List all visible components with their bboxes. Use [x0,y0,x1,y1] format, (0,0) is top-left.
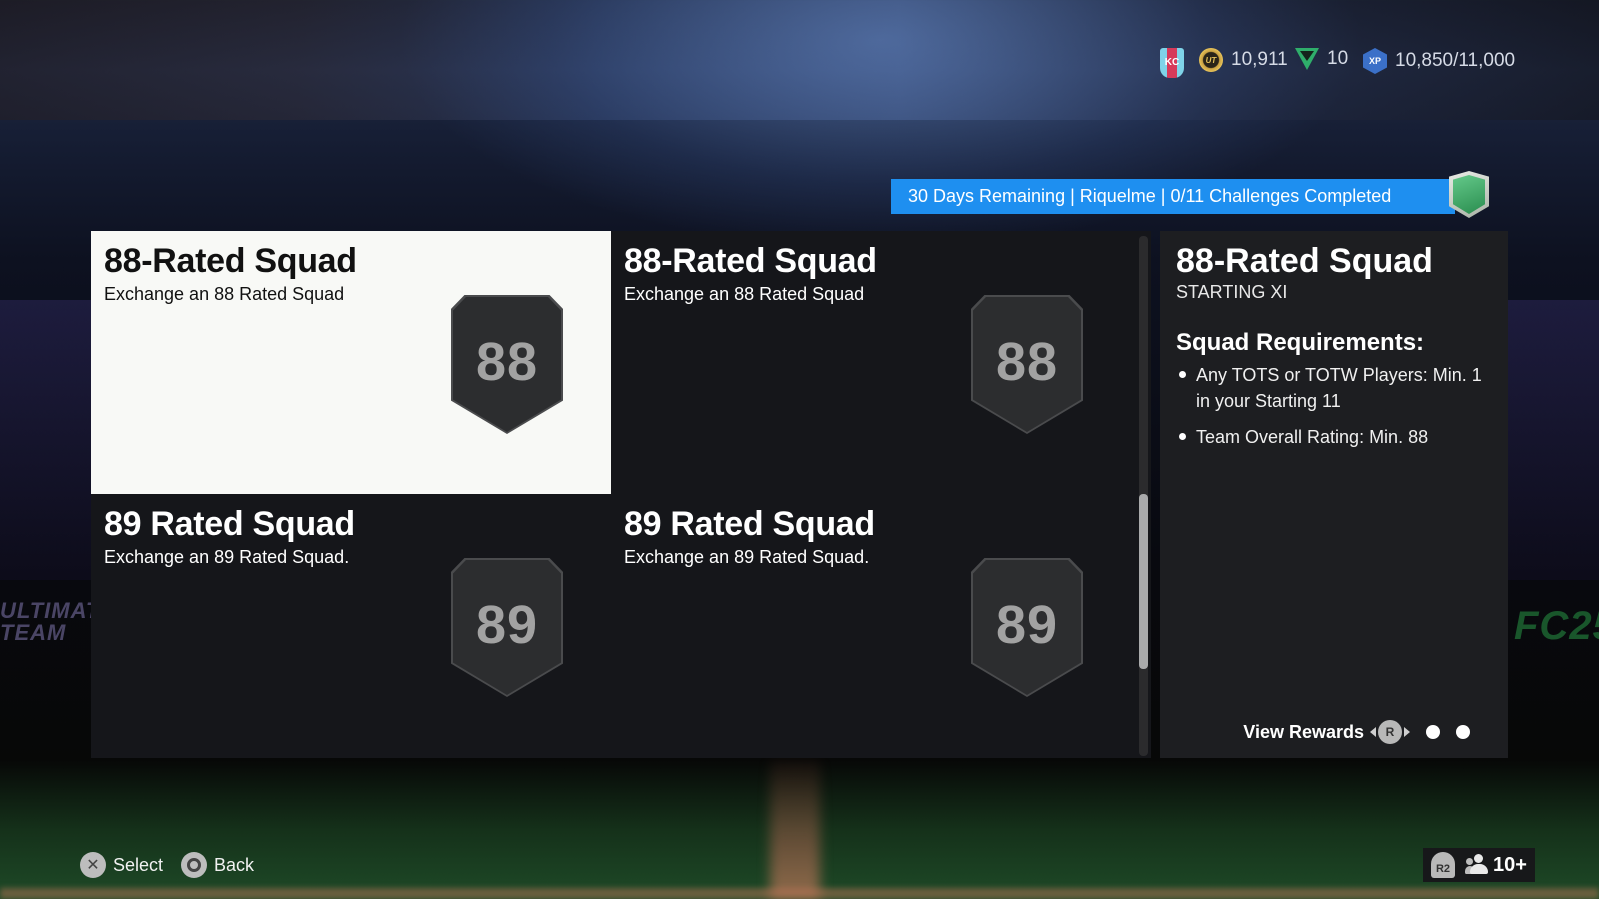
r-stick-button[interactable]: R [1370,720,1410,744]
circle-button-icon [181,852,208,878]
select-hint[interactable]: ✕ Select [80,852,163,878]
coin-icon: UT [1199,48,1223,72]
back-label: Back [214,854,255,875]
detail-subtitle: STARTING XI [1176,282,1288,302]
friends-online: 10+ [1465,854,1527,877]
coins-display: UT 10,911 [1199,48,1288,72]
fc-watermark: FC25 [1514,604,1599,648]
challenge-detail-panel: 88-Rated Squad STARTING XI Squad Require… [1160,231,1508,758]
challenge-grid: 88-Rated Squad Exchange an 88 Rated Squa… [91,231,1151,758]
fc-points-icon [1295,48,1319,70]
tile-title: 88-Rated Squad [104,242,357,280]
challenge-tile[interactable]: 88-Rated Squad Exchange an 88 Rated Squa… [611,231,1131,494]
friends-hint[interactable]: R2 10+ [1423,848,1535,882]
xp-value: 10,850/11,000 [1395,50,1516,71]
arrow-right-icon [1404,727,1410,737]
banner-text: 30 Days Remaining | Riquelme | 0/11 Chal… [908,186,1392,206]
challenge-status-banner: 30 Days Remaining | Riquelme | 0/11 Chal… [891,179,1455,214]
tile-title: 89 Rated Squad [104,505,355,543]
pitch-line [770,760,820,899]
rating-value: 89 [475,594,539,655]
rating-value: 88 [475,331,539,392]
pitch-boundary [0,888,1599,899]
friends-icon [1465,854,1489,876]
cross-button-icon: ✕ [80,852,106,878]
challenge-tile[interactable]: 89 Rated Squad Exchange an 89 Rated Squa… [611,494,1131,757]
requirements-list: Any TOTS or TOTW Players: Min. 1 in your… [1176,362,1492,450]
crowd-glow-left [0,300,95,580]
coins-value: 10,911 [1231,49,1288,70]
tile-title: 89 Rated Squad [624,505,875,543]
currency-hud: KC UT 10,911 10 XP 10,850/11,000 [0,48,1599,78]
r2-button-icon: R2 [1431,852,1455,878]
select-label: Select [113,854,164,875]
requirements-heading: Squad Requirements: [1176,329,1425,356]
xp-display: XP 10,850/11,000 [1363,48,1515,74]
friends-count: 10+ [1493,853,1527,876]
view-rewards-label[interactable]: View Rewards [1243,722,1364,743]
challenge-tile[interactable]: 89 Rated Squad Exchange an 89 Rated Squa… [91,494,611,757]
challenge-tile[interactable]: 88-Rated Squad Exchange an 88 Rated Squa… [91,231,611,494]
player-badge-icon [1449,171,1489,218]
arrow-left-icon [1370,727,1376,737]
rating-shield-icon: 89 [451,558,563,697]
requirement-item: Any TOTS or TOTW Players: Min. 1 in your… [1176,362,1492,414]
rating-shield-icon: 88 [971,295,1083,434]
back-hint[interactable]: Back [181,852,254,878]
controller-hints: ✕ Select Back [80,852,254,878]
club-crest-icon: KC [1160,48,1184,78]
tile-title: 88-Rated Squad [624,242,877,280]
crowd-glow-right [1508,300,1599,580]
page-dot[interactable] [1426,725,1440,739]
view-rewards-control[interactable]: View Rewards R [1243,720,1470,744]
requirement-item: Team Overall Rating: Min. 88 [1176,424,1492,450]
rating-shield-icon: 88 [451,295,563,434]
rating-value: 89 [995,594,1059,655]
detail-title: 88-Rated Squad [1176,242,1433,280]
page-dot[interactable] [1456,725,1470,739]
rating-value: 88 [995,331,1059,392]
ultimate-team-watermark: ULTIMATE TEAM [0,600,95,644]
club-badge: KC [1160,48,1184,78]
r-button-icon: R [1378,720,1402,744]
points-value: 10 [1327,48,1349,69]
xp-icon: XP [1363,48,1387,74]
scrollbar-thumb[interactable] [1139,494,1148,669]
points-display: 10 [1295,48,1348,70]
rating-shield-icon: 89 [971,558,1083,697]
